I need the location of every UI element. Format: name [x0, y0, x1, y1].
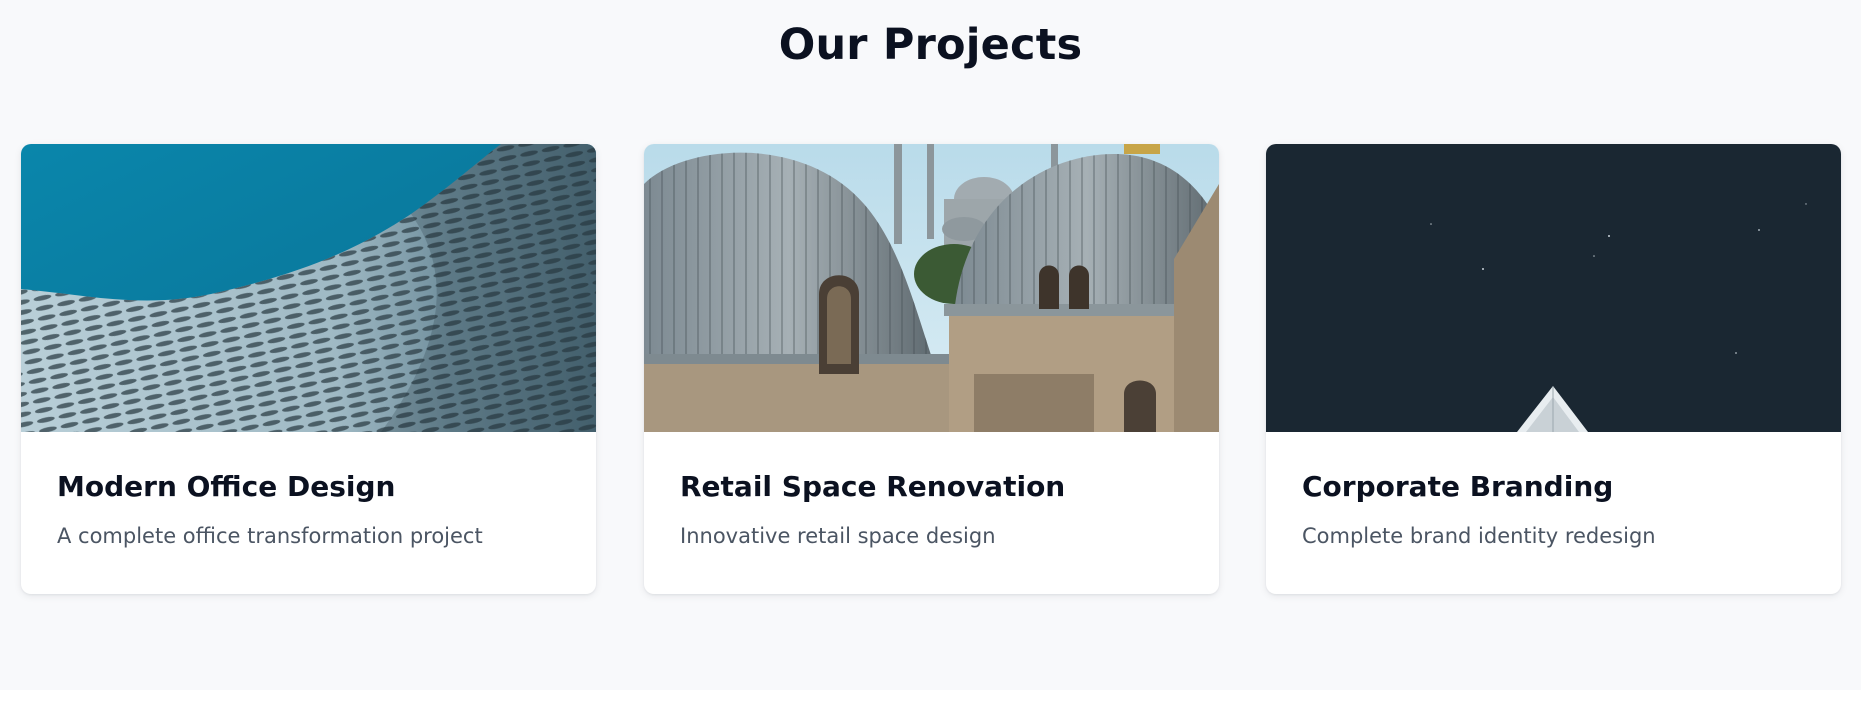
project-card-corporate-branding[interactable]: Corporate Branding Complete brand identi…	[1266, 144, 1841, 594]
project-title: Corporate Branding	[1302, 470, 1614, 503]
section-title: Our Projects	[778, 20, 1083, 70]
project-card-modern-office[interactable]: Modern Office Design A complete office t…	[21, 144, 596, 594]
project-description: A complete office transformation project	[57, 524, 483, 548]
project-description: Innovative retail space design	[680, 524, 996, 548]
project-image-night-sky	[1266, 144, 1841, 432]
project-title: Modern Office Design	[57, 470, 396, 503]
project-card-retail-space[interactable]: Retail Space Renovation Innovative retai…	[644, 144, 1219, 594]
projects-section: Our Projects Modern Office Design A comp…	[0, 0, 1861, 690]
project-title: Retail Space Renovation	[680, 470, 1066, 503]
project-description: Complete brand identity redesign	[1302, 524, 1656, 548]
project-image-facade	[21, 144, 596, 432]
project-image-domes	[644, 144, 1219, 432]
